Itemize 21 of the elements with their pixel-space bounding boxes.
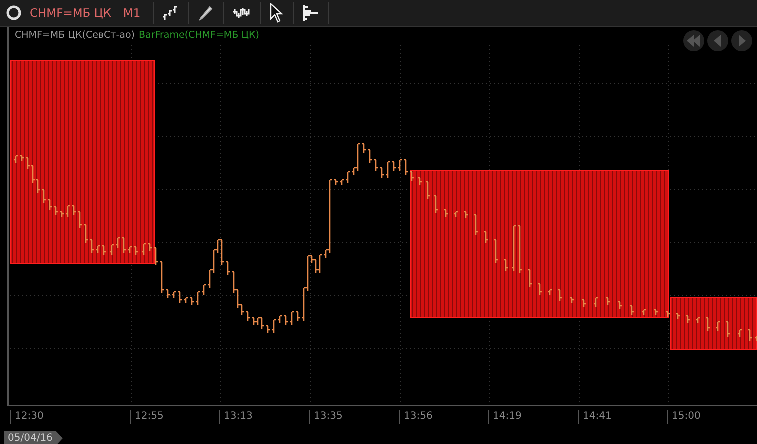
time-label: 12:30 xyxy=(10,410,44,424)
pencil-icon[interactable] xyxy=(196,4,215,22)
time-label: 13:13 xyxy=(219,410,253,424)
bar-chart-icon[interactable] xyxy=(162,4,180,22)
circle-icon[interactable] xyxy=(6,5,22,21)
rewind-button[interactable] xyxy=(683,30,705,52)
time-label: 14:19 xyxy=(488,410,522,424)
indicator-label: BarFrame(CHMF=МБ ЦК) xyxy=(138,30,260,41)
next-button[interactable] xyxy=(731,30,753,52)
time-label: 13:35 xyxy=(309,410,343,424)
timeframe-label[interactable]: M1 xyxy=(123,6,141,20)
levels-icon[interactable] xyxy=(302,4,320,22)
time-label: 13:56 xyxy=(399,410,433,424)
date-tag: 05/04/16 xyxy=(4,431,63,444)
time-label: 12:55 xyxy=(130,410,164,424)
previous-button[interactable] xyxy=(707,30,729,52)
cursor-icon[interactable] xyxy=(268,3,285,23)
time-label: 15:00 xyxy=(667,410,701,424)
time-label: 14:41 xyxy=(578,410,612,424)
instrument-label[interactable]: CHMF=МБ ЦК xyxy=(30,6,112,20)
series-label: CHMF=МБ ЦК(СевСт-ао) xyxy=(15,30,135,41)
